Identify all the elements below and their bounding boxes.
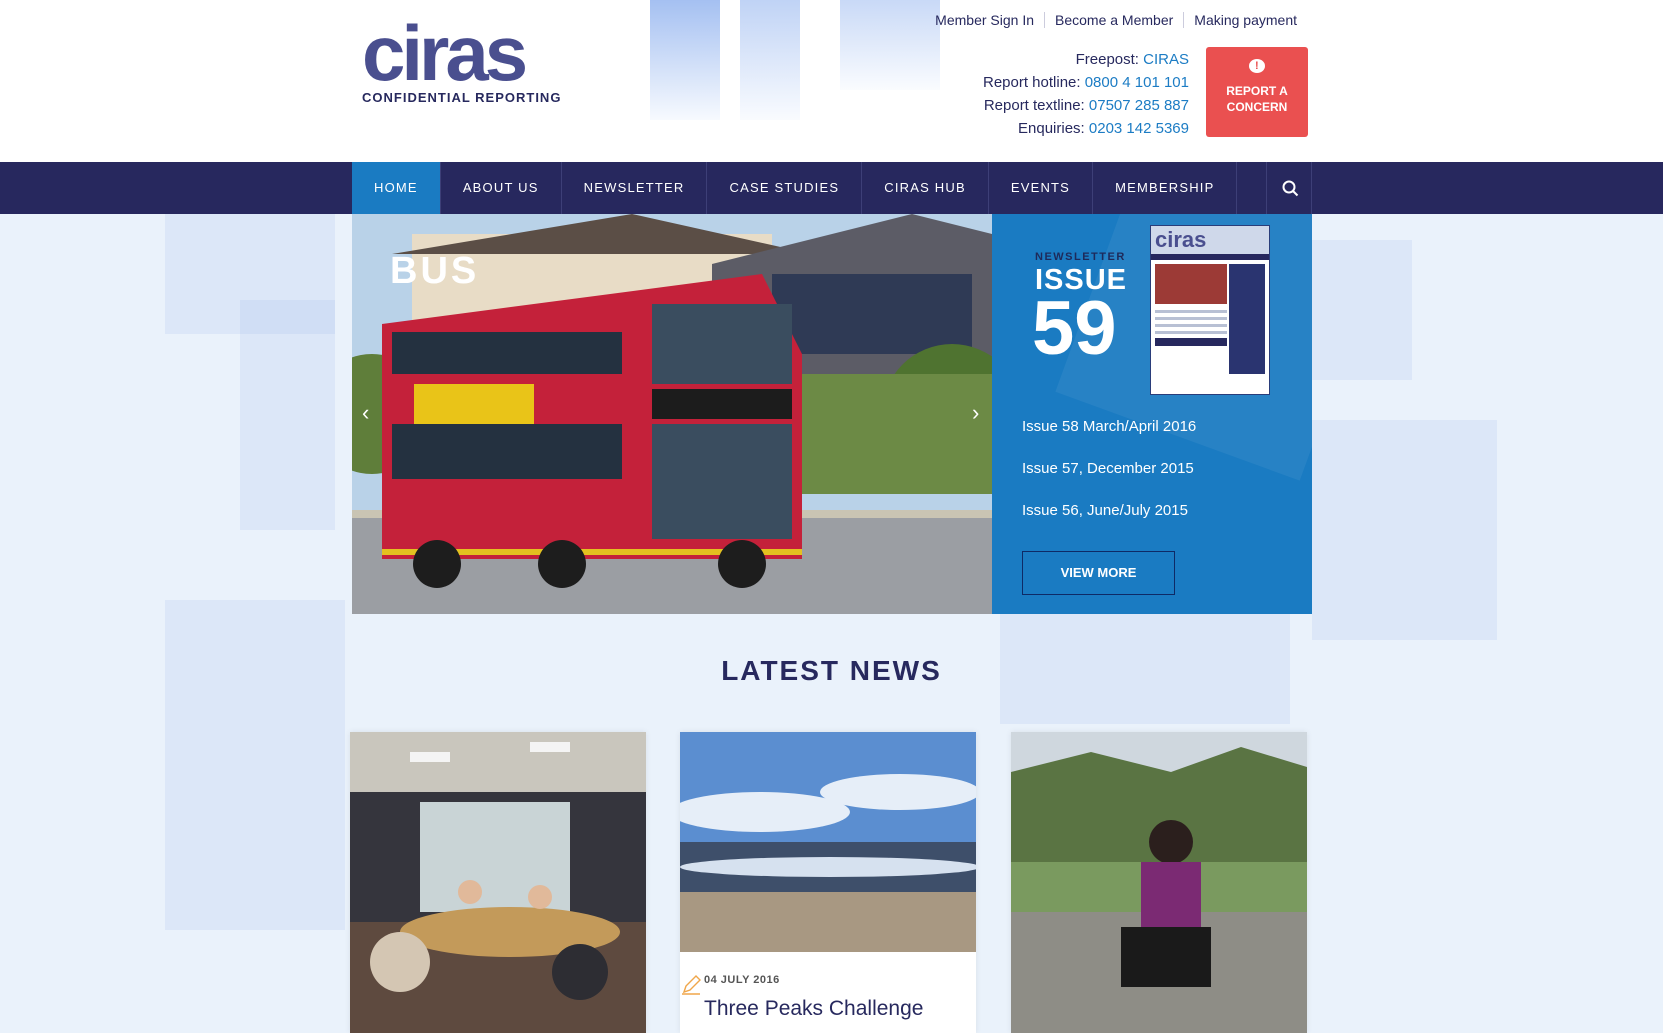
pencil-icon	[682, 975, 701, 995]
news-card[interactable]	[350, 732, 646, 1033]
contact-label: Freepost:	[1075, 51, 1139, 68]
news-title[interactable]: Three Peaks Challenge	[704, 997, 923, 1021]
logo-tagline: CONFIDENTIAL REPORTING	[362, 90, 562, 105]
news-card[interactable]	[1011, 732, 1307, 1033]
contact-info: Freepost: CIRAS Report hotline: 0800 4 1…	[983, 48, 1189, 140]
search-button[interactable]	[1266, 162, 1312, 214]
view-more-button[interactable]: VIEW MORE	[1022, 551, 1175, 595]
report-concern-button[interactable]: REPORT A CONCERN	[1206, 47, 1308, 137]
past-issue-57[interactable]: Issue 57, December 2015	[1022, 448, 1196, 490]
nav-item-newsletter[interactable]: NEWSLETTER	[562, 162, 708, 214]
nav-item-membership[interactable]: MEMBERSHIP	[1093, 162, 1238, 214]
newsletter-kicker: NEWSLETTER	[1035, 251, 1126, 263]
hero-slider[interactable]: BUS ‹ ›	[352, 214, 992, 614]
nav-item-about-us[interactable]: ABOUT US	[441, 162, 562, 214]
main-nav: HOME ABOUT US NEWSLETTER CASE STUDIES CI…	[0, 162, 1663, 214]
making-payment-link[interactable]: Making payment	[1183, 12, 1307, 28]
textline-line: Report textline: 07507 285 887	[983, 94, 1189, 117]
newsletter-panel: NEWSLETTER ISSUE 59 ciras Issue 58 March…	[992, 214, 1312, 614]
nav-item-case-studies[interactable]: CASE STUDIES	[707, 162, 863, 214]
mountain-photo	[680, 732, 976, 952]
newsletter-cover[interactable]: ciras	[1150, 225, 1270, 395]
top-links: Member Sign In Become a Member Making pa…	[925, 12, 1307, 28]
speech-bubble-icon	[1249, 58, 1265, 74]
freepost-value[interactable]: CIRAS	[1143, 51, 1189, 68]
report-button-line1: REPORT A	[1226, 84, 1288, 98]
news-date: 04 JULY 2016	[704, 974, 780, 986]
latest-news-heading: LATEST NEWS	[721, 655, 942, 686]
cover-title: ciras	[1151, 226, 1269, 254]
meeting-photo	[350, 732, 646, 1033]
member-sign-in-link[interactable]: Member Sign In	[925, 12, 1044, 28]
hero-title: BUS	[390, 250, 480, 292]
contact-label: Enquiries:	[1018, 120, 1085, 137]
chevron-left-icon[interactable]: ‹	[362, 400, 369, 426]
enquiries-value[interactable]: 0203 142 5369	[1089, 120, 1189, 137]
site-header: ciras CONFIDENTIAL REPORTING Member Sign…	[0, 0, 1663, 162]
news-card[interactable]: 04 JULY 2016 Three Peaks Challenge	[680, 732, 976, 1033]
report-button-line2: CONCERN	[1226, 100, 1288, 114]
freepost-line: Freepost: CIRAS	[983, 48, 1189, 71]
hotline-line: Report hotline: 0800 4 101 101	[983, 71, 1189, 94]
hiker-photo	[1011, 732, 1307, 1033]
nav-item-events[interactable]: EVENTS	[989, 162, 1094, 214]
search-icon	[1282, 180, 1299, 197]
issue-number: 59	[1032, 286, 1117, 371]
chevron-right-icon[interactable]: ›	[972, 400, 979, 426]
past-issues-list: Issue 58 March/April 2016 Issue 57, Dece…	[1022, 406, 1196, 532]
ciras-logo[interactable]: ciras CONFIDENTIAL REPORTING	[362, 9, 570, 110]
contact-label: Report textline:	[983, 97, 1085, 114]
enquiries-line: Enquiries: 0203 142 5369	[983, 117, 1189, 140]
nav-item-home[interactable]: HOME	[352, 162, 441, 214]
past-issue-56[interactable]: Issue 56, June/July 2015	[1022, 490, 1196, 532]
become-member-link[interactable]: Become a Member	[1044, 12, 1183, 28]
hotline-value[interactable]: 0800 4 101 101	[1085, 74, 1189, 91]
past-issue-58[interactable]: Issue 58 March/April 2016	[1022, 406, 1196, 448]
contact-label: Report hotline:	[982, 74, 1081, 91]
textline-value[interactable]: 07507 285 887	[1089, 97, 1189, 114]
nav-item-ciras-hub[interactable]: CIRAS HUB	[862, 162, 989, 214]
logo-mark: ciras	[362, 9, 528, 97]
